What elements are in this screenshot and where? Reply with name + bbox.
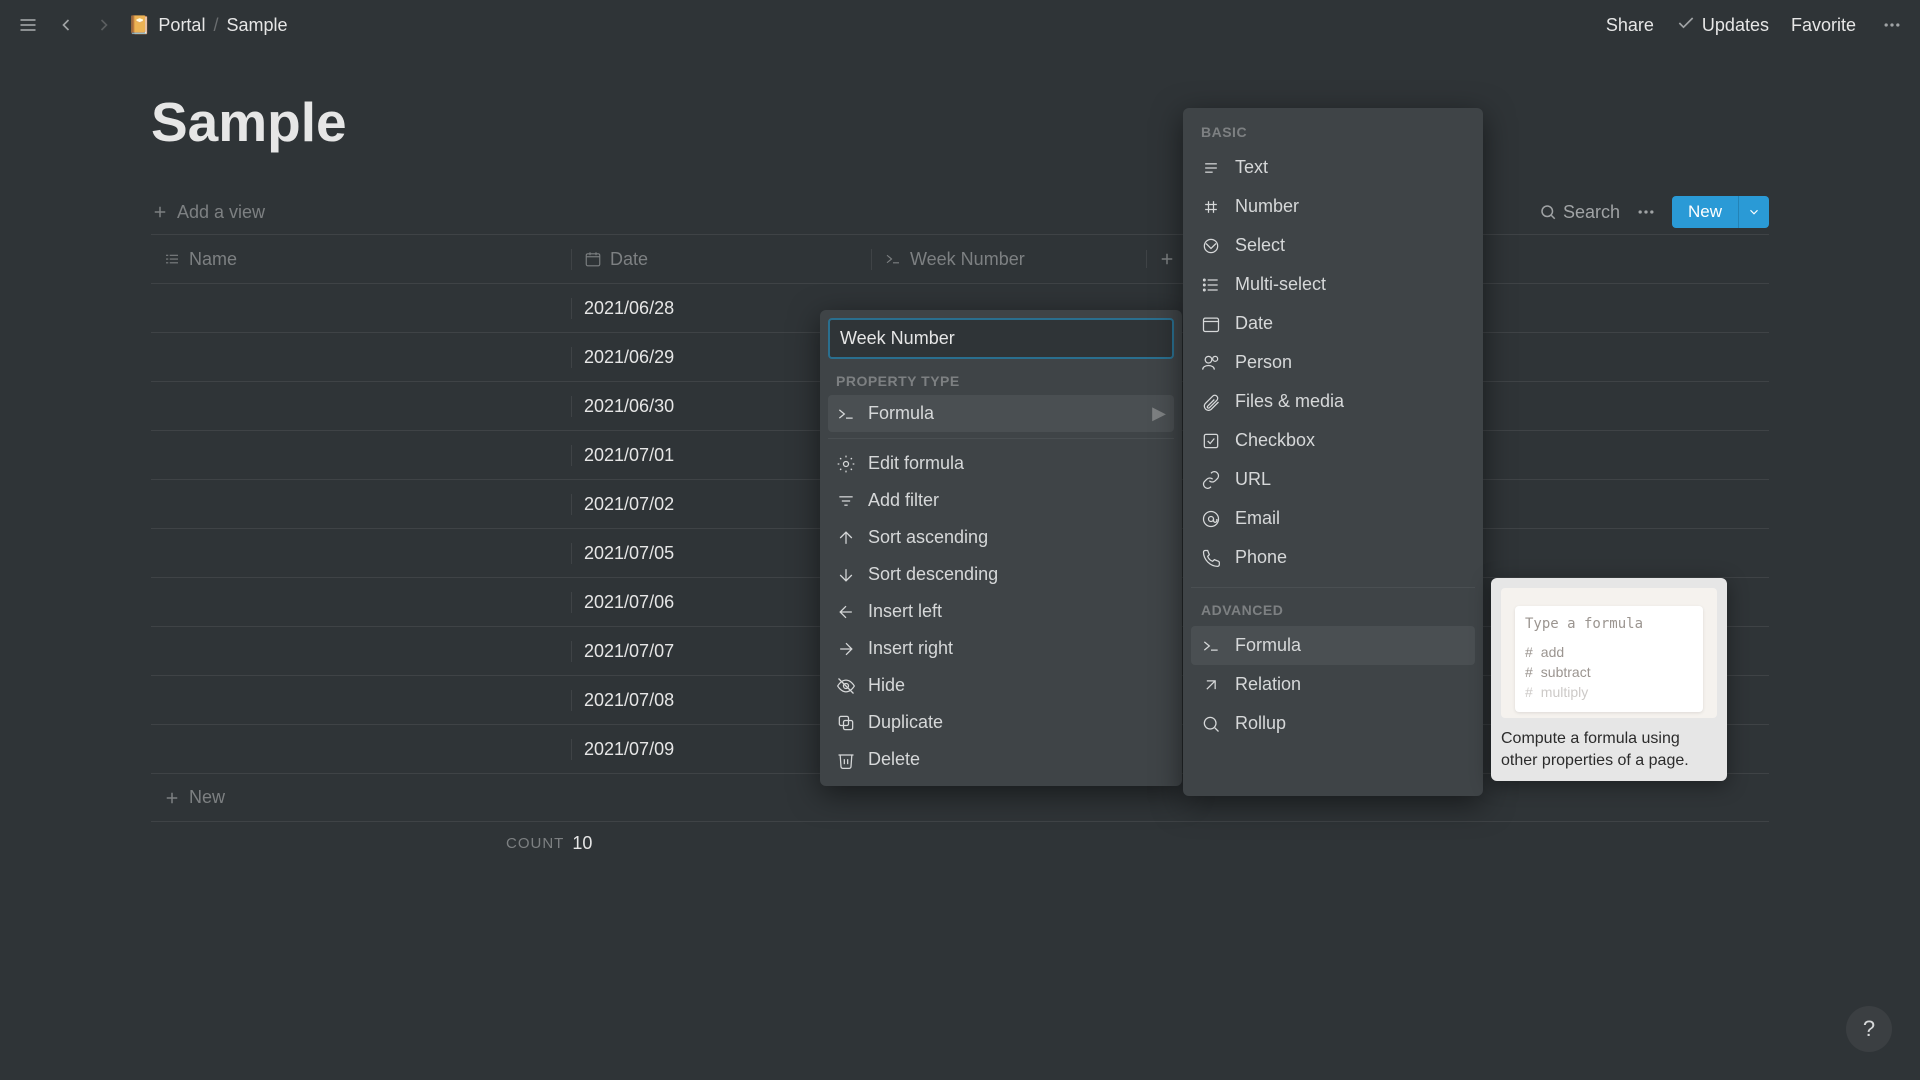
add-filter-item[interactable]: Add filter [828, 482, 1174, 519]
property-type-formula[interactable]: Formula ▶ [828, 395, 1174, 432]
type-formula[interactable]: Formula [1191, 626, 1475, 665]
edit-formula-item[interactable]: Edit formula [828, 445, 1174, 482]
back-icon[interactable] [52, 11, 80, 39]
sort-ascending-item[interactable]: Sort ascending [828, 519, 1174, 556]
property-type-section: PROPERTY TYPE [828, 359, 1174, 395]
tooltip-description: Compute a formula using other properties… [1501, 728, 1717, 771]
help-button[interactable]: ? [1846, 1006, 1892, 1052]
type-files[interactable]: Files & media [1191, 382, 1475, 421]
type-url[interactable]: URL [1191, 460, 1475, 499]
favorite-button[interactable]: Favorite [1791, 15, 1856, 36]
breadcrumb-current[interactable]: Sample [226, 15, 287, 36]
add-view-label: Add a view [177, 202, 265, 223]
formula-tooltip: Type a formula #add #subtract #multiply … [1491, 578, 1727, 781]
page-title[interactable]: Sample [151, 90, 1769, 154]
tooltip-preview-title: Type a formula [1525, 616, 1693, 632]
count-row: COUNT 10 [151, 822, 1769, 864]
breadcrumb-sep: / [213, 15, 218, 36]
new-button[interactable]: New [1672, 196, 1769, 228]
new-button-label: New [1672, 196, 1738, 228]
type-relation[interactable]: Relation [1191, 665, 1475, 704]
updates-button[interactable]: Updates [1702, 15, 1769, 36]
column-name-label: Name [189, 249, 237, 270]
type-phone[interactable]: Phone [1191, 538, 1475, 577]
forward-icon[interactable] [90, 11, 118, 39]
column-week-label: Week Number [910, 249, 1025, 270]
menu-icon[interactable] [14, 11, 42, 39]
table-header-row: Name Date Week Number [151, 235, 1769, 284]
breadcrumb-icon: 📔 [128, 15, 150, 36]
column-name-input[interactable] [828, 318, 1174, 359]
property-type-menu: BASIC Text Number Select Multi-select Da… [1183, 108, 1483, 796]
type-checkbox[interactable]: Checkbox [1191, 421, 1475, 460]
column-name[interactable]: Name [151, 249, 571, 270]
chevron-right-icon: ▶ [1152, 403, 1166, 424]
add-column-button[interactable] [1146, 250, 1186, 268]
delete-item[interactable]: Delete [828, 741, 1174, 778]
type-select[interactable]: Select [1191, 226, 1475, 265]
column-date-label: Date [610, 249, 648, 270]
hash-icon: # [1525, 684, 1533, 700]
new-row-label: New [189, 787, 225, 808]
search-label: Search [1563, 202, 1620, 223]
insert-left-item[interactable]: Insert left [828, 593, 1174, 630]
breadcrumb: 📔 Portal / Sample [128, 15, 288, 36]
share-button[interactable]: Share [1606, 15, 1654, 36]
duplicate-item[interactable]: Duplicate [828, 704, 1174, 741]
view-more-icon[interactable] [1636, 202, 1656, 222]
count-value: 10 [572, 833, 592, 854]
column-date[interactable]: Date [571, 249, 871, 270]
search-button[interactable]: Search [1539, 202, 1620, 223]
type-date[interactable]: Date [1191, 304, 1475, 343]
more-icon[interactable] [1878, 11, 1906, 39]
hash-icon: # [1525, 664, 1533, 680]
type-rollup[interactable]: Rollup [1191, 704, 1475, 743]
column-week-number[interactable]: Week Number [871, 249, 1146, 270]
type-person[interactable]: Person [1191, 343, 1475, 382]
basic-section: BASIC [1191, 120, 1475, 148]
breadcrumb-parent[interactable]: Portal [158, 15, 205, 36]
type-multi-select[interactable]: Multi-select [1191, 265, 1475, 304]
chevron-down-icon[interactable] [1738, 196, 1769, 228]
hash-icon: # [1525, 644, 1533, 660]
sort-descending-item[interactable]: Sort descending [828, 556, 1174, 593]
type-number[interactable]: Number [1191, 187, 1475, 226]
check-icon [1676, 13, 1696, 38]
hide-item[interactable]: Hide [828, 667, 1174, 704]
count-label: COUNT [506, 835, 564, 852]
add-view-button[interactable]: Add a view [151, 202, 265, 223]
column-menu: PROPERTY TYPE Formula ▶ Edit formula Add… [820, 310, 1182, 786]
type-text[interactable]: Text [1191, 148, 1475, 187]
insert-right-item[interactable]: Insert right [828, 630, 1174, 667]
advanced-section: ADVANCED [1191, 598, 1475, 626]
type-email[interactable]: Email [1191, 499, 1475, 538]
